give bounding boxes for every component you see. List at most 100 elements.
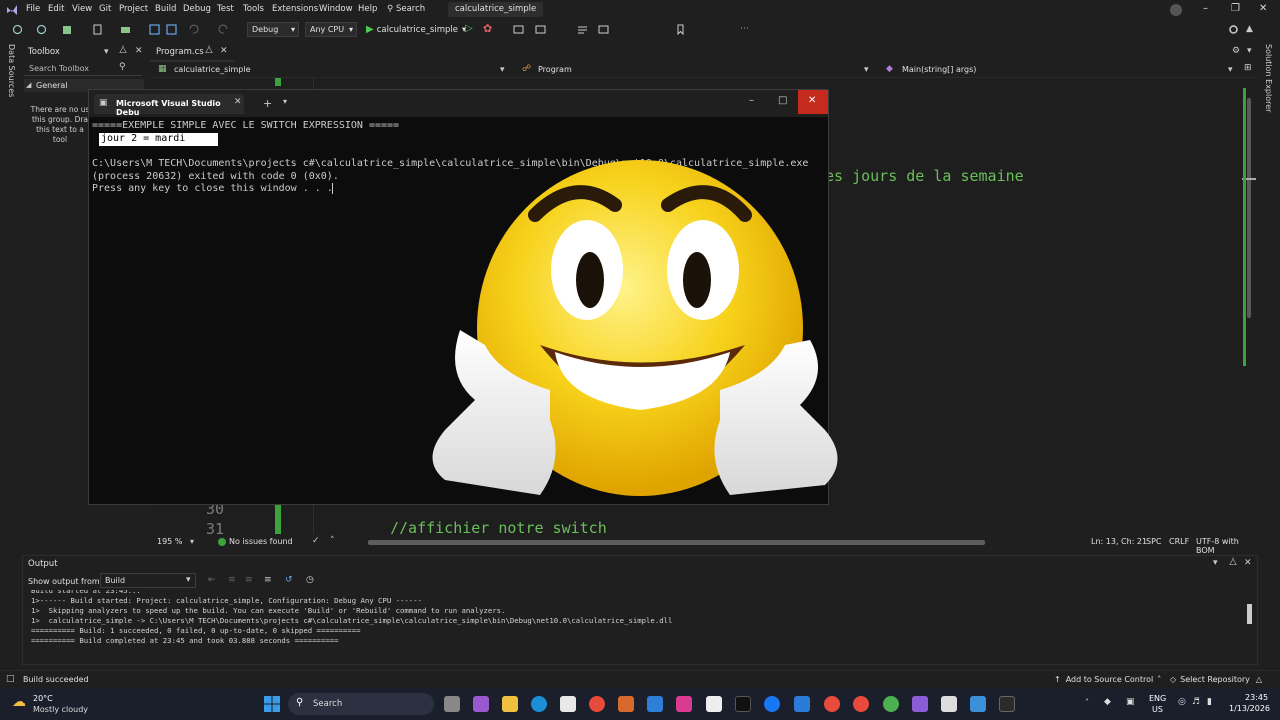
close-icon[interactable]: ✕: [135, 46, 143, 56]
menu-test[interactable]: Test: [217, 4, 234, 14]
toolbar-overflow-icon[interactable]: ⋯: [740, 24, 749, 34]
menu-debug[interactable]: Debug: [183, 4, 211, 14]
forward-icon[interactable]: [36, 24, 47, 35]
amazon-icon[interactable]: [706, 696, 722, 712]
settings-icon[interactable]: [1228, 24, 1239, 35]
battery-icon[interactable]: ▮: [1207, 697, 1212, 707]
timestamp-icon[interactable]: ◷: [306, 575, 314, 585]
chrome-profile-icon[interactable]: [853, 696, 869, 712]
visual-studio-icon[interactable]: [912, 696, 928, 712]
line-ending[interactable]: CRLF: [1169, 537, 1189, 546]
chevron-down-icon[interactable]: ▾: [283, 97, 287, 106]
comment-icon[interactable]: [577, 24, 588, 35]
console-title-bar[interactable]: ▣ Microsoft Visual Studio Debu ✕ + ▾ – □…: [89, 90, 828, 117]
vscode-icon[interactable]: [794, 696, 810, 712]
weather-desc[interactable]: Mostly cloudy: [33, 705, 88, 714]
select-repository-button[interactable]: ◇ Select Repository △: [1170, 675, 1262, 684]
menu-file[interactable]: File: [26, 4, 40, 14]
solution-explorer-tab[interactable]: Solution Explorer: [1264, 44, 1273, 112]
facebook-icon[interactable]: [764, 696, 780, 712]
menu-project[interactable]: Project: [119, 4, 148, 14]
language-primary[interactable]: ENG: [1149, 694, 1166, 703]
configuration-select[interactable]: Debug ▾: [247, 22, 299, 37]
edge-icon[interactable]: [531, 696, 547, 712]
split-editor-icon[interactable]: ⊞: [1244, 63, 1252, 73]
platform-select[interactable]: Any CPU ▾: [305, 22, 357, 37]
mail-icon[interactable]: [647, 696, 663, 712]
start-without-debugging-icon[interactable]: ▷: [465, 23, 473, 34]
menu-extensions[interactable]: Extensions: [272, 4, 318, 14]
minimize-icon[interactable]: –: [749, 95, 754, 106]
task-view-icon[interactable]: [444, 696, 460, 712]
chrome-profile-icon[interactable]: [824, 696, 840, 712]
clear-all-icon[interactable]: ≡: [264, 575, 272, 585]
previous-message-icon[interactable]: ≡: [228, 575, 236, 585]
new-file-icon[interactable]: [92, 24, 103, 35]
terminal-icon[interactable]: [999, 696, 1015, 712]
format-icon[interactable]: [598, 24, 609, 35]
browse-icon[interactable]: [513, 24, 524, 35]
tab-program-cs[interactable]: Program.cs ⧊ ✕: [150, 44, 235, 62]
windows-start-icon[interactable]: [264, 696, 280, 712]
nav-class-dropdown[interactable]: ☍ Program ▾: [522, 64, 872, 76]
file-encoding[interactable]: UTF-8 with BOM: [1196, 537, 1258, 555]
hot-reload-icon[interactable]: ✿: [483, 22, 492, 35]
file-explorer-icon[interactable]: [502, 696, 518, 712]
pin-icon[interactable]: ⧊: [119, 46, 127, 56]
clock-date[interactable]: 1/13/2026: [1229, 704, 1270, 713]
weather-temp[interactable]: 20°C: [33, 694, 53, 703]
capcut-icon[interactable]: [941, 696, 957, 712]
zoom-level[interactable]: 195 %: [157, 537, 182, 546]
scrollbar-thumb[interactable]: [1247, 98, 1251, 318]
cursor-position[interactable]: Ln: 13, Ch: 21: [1091, 537, 1147, 546]
tray-icon[interactable]: ◆: [1104, 697, 1111, 707]
chevron-down-icon[interactable]: ▾: [1213, 558, 1218, 568]
minimize-icon[interactable]: –: [1203, 3, 1208, 14]
new-project-icon[interactable]: [62, 24, 73, 35]
brush-icon[interactable]: ✓: [312, 536, 320, 546]
settings-icon[interactable]: ⚙: [1232, 46, 1240, 56]
issues-indicator[interactable]: No issues found: [218, 537, 293, 546]
menu-view[interactable]: View: [72, 4, 92, 14]
copilot-icon[interactable]: [473, 696, 489, 712]
tray-icon[interactable]: ▣: [1126, 697, 1135, 707]
maximize-icon[interactable]: ❐: [1231, 3, 1240, 14]
close-icon[interactable]: ✕: [1259, 3, 1267, 14]
bookmark-icon[interactable]: [675, 24, 686, 35]
next-message-icon[interactable]: ≡: [245, 575, 253, 585]
feedback-icon[interactable]: ▲: [1246, 24, 1253, 34]
add-to-source-control-button[interactable]: ↑ Add to Source Control ˄: [1054, 675, 1161, 684]
close-icon[interactable]: ✕: [1244, 558, 1252, 568]
chrome-profile-icon[interactable]: [883, 696, 899, 712]
chrome-icon[interactable]: [589, 696, 605, 712]
menu-git[interactable]: Git: [99, 4, 111, 14]
nav-project-dropdown[interactable]: ▦ calculatrice_simple ▾: [158, 64, 508, 76]
chevron-down-icon[interactable]: ▾: [190, 537, 194, 546]
nav-member-dropdown[interactable]: ◆ Main(string[] args) ▾: [886, 64, 1236, 76]
pin-icon[interactable]: ⧊: [205, 46, 213, 56]
console-tab[interactable]: ▣ Microsoft Visual Studio Debu ✕: [94, 94, 244, 117]
clock-time[interactable]: 23:45: [1245, 693, 1268, 702]
horizontal-scrollbar[interactable]: [368, 540, 985, 545]
instagram-icon[interactable]: [676, 696, 692, 712]
menu-search[interactable]: ⚲ Search: [387, 4, 425, 14]
language-region[interactable]: US: [1152, 705, 1163, 714]
whitespace-mode[interactable]: SPC: [1146, 537, 1162, 546]
open-file-icon[interactable]: [120, 24, 131, 35]
chevron-up-icon[interactable]: ˄: [1085, 698, 1089, 707]
close-tab-icon[interactable]: ✕: [234, 97, 242, 107]
chevron-down-icon[interactable]: ▾: [104, 47, 109, 57]
console-close-button[interactable]: ✕: [798, 90, 828, 114]
diagnostics-icon[interactable]: [535, 24, 546, 35]
output-scrollbar-thumb[interactable]: [1247, 604, 1252, 624]
undo-icon[interactable]: [188, 24, 199, 35]
chevron-up-icon[interactable]: ˄: [330, 536, 335, 546]
redo-icon[interactable]: [218, 24, 229, 35]
store-icon[interactable]: [560, 696, 576, 712]
close-icon[interactable]: ✕: [220, 46, 228, 56]
app-icon[interactable]: [970, 696, 986, 712]
output-source-select[interactable]: Build ▾: [100, 573, 196, 588]
menu-edit[interactable]: Edit: [48, 4, 64, 14]
menu-help[interactable]: Help: [358, 4, 377, 14]
data-sources-tab[interactable]: Data Sources: [7, 44, 16, 97]
